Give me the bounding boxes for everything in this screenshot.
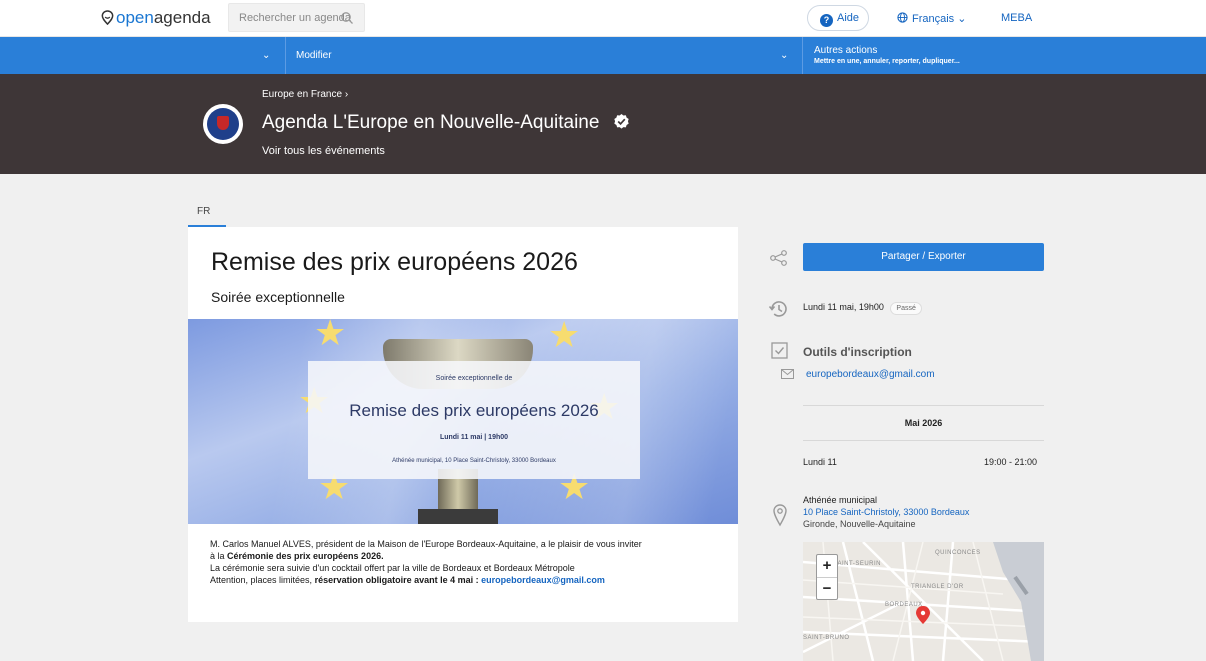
- modify-button[interactable]: Modifier: [296, 50, 332, 61]
- agenda-title-text: Agenda L'Europe en Nouvelle-Aquitaine: [262, 112, 600, 133]
- trophy-base: [418, 509, 498, 524]
- globe-icon: [897, 12, 908, 23]
- venue-block: Athénée municipal 10 Place Saint-Christo…: [803, 494, 969, 530]
- shield-icon: [217, 116, 229, 130]
- language-selector[interactable]: Français ⌄: [897, 12, 966, 25]
- language-label: Français: [912, 13, 955, 25]
- event-date-text: Lundi 11 mai, 19h00: [803, 302, 884, 312]
- calendar-day: Lundi 11: [803, 457, 837, 467]
- divider: [803, 440, 1044, 441]
- banner-title: Remise des prix européens 2026: [349, 401, 599, 420]
- registration-tools-heading: Outils d'inscription: [803, 345, 912, 359]
- chevron-down-icon[interactable]: ⌄: [780, 50, 788, 61]
- registration-email-link[interactable]: europebordeaux@gmail.com: [806, 369, 935, 380]
- user-account-link[interactable]: MEBA: [1001, 12, 1032, 24]
- search-icon[interactable]: [340, 11, 354, 25]
- event-title: Remise des prix européens 2026: [211, 248, 578, 276]
- chevron-down-icon[interactable]: ⌄: [262, 50, 270, 61]
- description-line: M. Carlos Manuel ALVES, président de la …: [210, 539, 642, 549]
- map-label: SAINT-BRUNO: [803, 635, 850, 641]
- logo-text-agenda: agenda: [153, 8, 211, 27]
- description-line: La cérémonie sera suivie d'un cocktail o…: [210, 563, 575, 573]
- map-label: SAINT-SEURIN: [833, 561, 882, 567]
- description-line: à la Cérémonie des prix européens 2026.: [210, 550, 730, 562]
- banner-small-line: Soirée exceptionnelle de: [435, 375, 513, 382]
- description-bold: réservation obligatoire avant le 4 mai :: [314, 575, 482, 585]
- help-label: Aide: [837, 12, 860, 24]
- description-bold: Cérémonie des prix européens 2026.: [227, 551, 384, 561]
- event-date: Lundi 11 mai, 19h00 Passé: [803, 302, 922, 315]
- verified-badge-icon: [614, 113, 629, 129]
- venue-map[interactable]: QUINCONCES SAINT-SEURIN TRIANGLE D'OR BO…: [803, 542, 1044, 661]
- calendar-hours: 19:00 - 21:00: [984, 457, 1038, 467]
- description-text: à la: [210, 551, 228, 561]
- banner-date: Lundi 11 mai | 19h00: [439, 434, 509, 441]
- help-button[interactable]: ? Aide: [807, 5, 869, 31]
- agenda-title[interactable]: Agenda L'Europe en Nouvelle-Aquitaine: [262, 112, 630, 134]
- status-badge: Passé: [890, 302, 922, 315]
- venue-region: Gironde, Nouvelle-Aquitaine: [803, 519, 916, 529]
- banner-address: Athénée municipal, 10 Place Saint-Christ…: [392, 458, 556, 464]
- zoom-in-button[interactable]: +: [817, 555, 837, 577]
- breadcrumb[interactable]: Europe en France ›: [262, 89, 348, 100]
- see-all-events-link[interactable]: Voir tous les événements: [262, 145, 385, 157]
- calendar-month: Mai 2026: [904, 418, 943, 428]
- logo-text-open: open: [116, 8, 154, 27]
- divider: [285, 37, 286, 74]
- description-email-link[interactable]: europebordeaux@gmail.com: [481, 575, 605, 585]
- location-pin-icon: [773, 504, 787, 527]
- other-actions-sublabel: Mettre en une, annuler, reporter, dupliq…: [814, 58, 960, 65]
- chevron-down-icon: ⌄: [957, 13, 967, 25]
- mail-icon: [781, 369, 794, 379]
- description-text: Attention, places limitées,: [210, 575, 315, 585]
- divider: [803, 405, 1044, 406]
- other-actions-label: Autres actions: [814, 45, 878, 56]
- openagenda-logo[interactable]: openagenda: [100, 8, 211, 28]
- tab-fr[interactable]: FR: [188, 206, 226, 227]
- event-card: Remise des prix européens 2026 Soirée ex…: [188, 227, 738, 622]
- agenda-avatar[interactable]: [203, 104, 243, 144]
- event-description: M. Carlos Manuel ALVES, président de la …: [210, 538, 730, 586]
- share-icon: [770, 250, 787, 266]
- map-label: BORDEAUX: [885, 602, 923, 608]
- map-label: TRIANGLE D'OR: [911, 584, 964, 590]
- logo-pin-icon: [101, 10, 114, 25]
- agenda-search-input[interactable]: Rechercher un agenda: [228, 3, 365, 32]
- top-navigation-bar: openagenda Rechercher un agenda ? Aide Fr…: [0, 0, 1206, 37]
- checkbox-icon: [771, 342, 788, 359]
- search-placeholder: Rechercher un agenda: [239, 12, 351, 24]
- other-actions-menu[interactable]: Autres actions Mettre en une, annuler, r…: [814, 45, 960, 67]
- zoom-out-button[interactable]: −: [817, 577, 837, 599]
- map-zoom-control: + −: [816, 554, 838, 600]
- star-icon: ★: [314, 319, 347, 353]
- agenda-header: Europe en France › Agenda L'Europe en No…: [0, 74, 1206, 174]
- help-icon: ?: [820, 14, 833, 27]
- event-banner-image: ★ ★ ★ ★ ★ ★ Soirée exceptionnelle de Rem…: [188, 319, 738, 524]
- venue-address-link[interactable]: 10 Place Saint-Christoly, 33000 Bordeaux: [803, 506, 969, 518]
- map-streets: [803, 542, 1044, 661]
- history-icon: [768, 301, 787, 317]
- event-action-bar: ⌄ Modifier ⌄ Autres actions Mettre en un…: [0, 37, 1206, 74]
- star-icon: ★: [548, 319, 581, 355]
- venue-name: Athénée municipal: [803, 495, 878, 505]
- map-label: QUINCONCES: [935, 550, 981, 556]
- description-line: Attention, places limitées, réservation …: [210, 574, 730, 586]
- event-subtitle: Soirée exceptionnelle: [211, 289, 345, 305]
- divider: [802, 37, 803, 74]
- banner-text-panel: Soirée exceptionnelle de Remise des prix…: [308, 361, 640, 479]
- share-export-button[interactable]: Partager / Exporter: [803, 243, 1044, 271]
